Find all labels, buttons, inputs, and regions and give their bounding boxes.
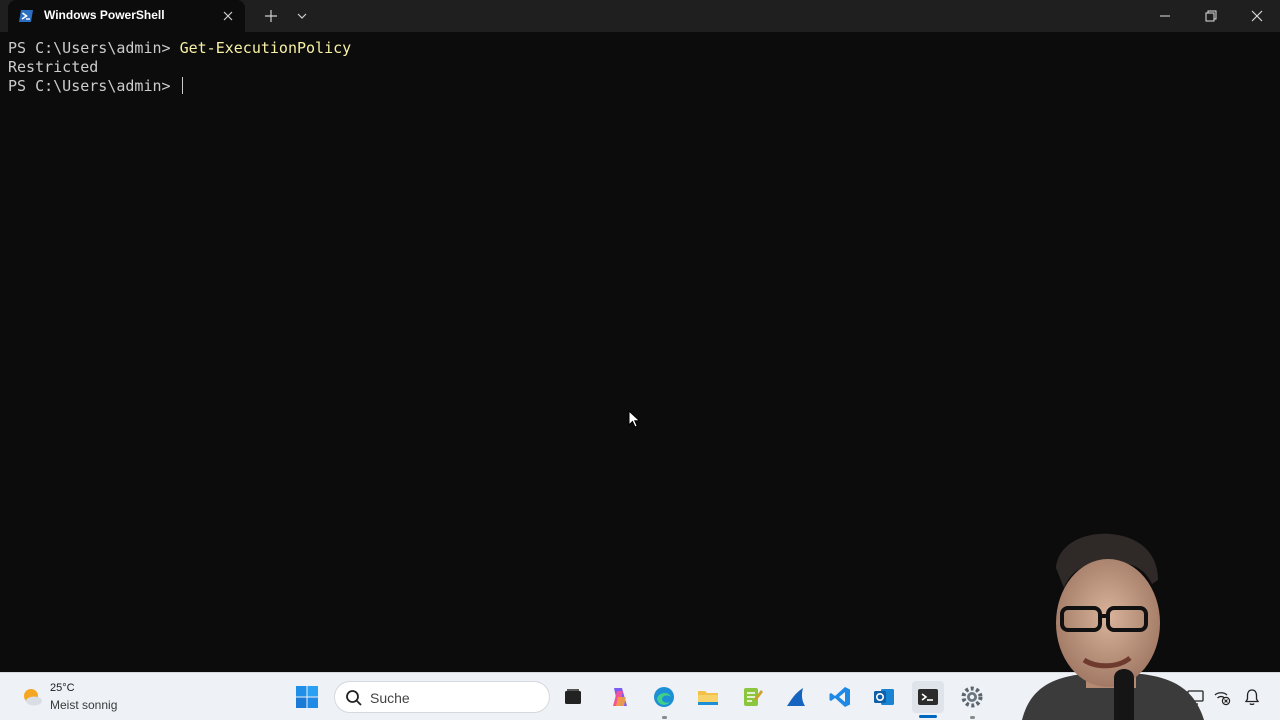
tab-dropdown-button[interactable] [291, 5, 313, 27]
minimize-icon [1160, 15, 1170, 17]
taskbar-search[interactable]: Suche [334, 681, 550, 713]
wireshark-icon[interactable] [780, 681, 812, 713]
outlook-icon[interactable] [868, 681, 900, 713]
search-icon [346, 690, 362, 706]
title-bar: Windows PowerShell [0, 0, 1280, 32]
active-app-indicator [919, 715, 937, 718]
file-explorer-icon[interactable] [692, 681, 724, 713]
edge-icon[interactable] [648, 681, 680, 713]
close-icon [1251, 10, 1263, 22]
running-indicator [662, 716, 667, 719]
search-placeholder: Suche [370, 690, 410, 706]
running-indicator [970, 716, 975, 719]
terminal-output: Restricted [8, 58, 99, 76]
restore-button[interactable] [1188, 0, 1234, 32]
tab-windows-powershell[interactable]: Windows PowerShell [8, 0, 245, 32]
plus-icon [265, 10, 277, 22]
weather-temperature[interactable]: 25°C [50, 682, 75, 694]
network-disconnected-icon[interactable] [1212, 687, 1232, 707]
restore-icon [1205, 10, 1217, 22]
close-tab-button[interactable] [218, 6, 238, 26]
terminal-line-1: PS C:\Users\admin> Get-ExecutionPolicy [8, 39, 351, 58]
sun-cloud-icon[interactable] [20, 685, 44, 709]
weather-description[interactable]: Meist sonnig [50, 698, 117, 712]
notification-bell-icon[interactable] [1242, 687, 1262, 707]
notepad-plus-plus-icon[interactable] [736, 681, 768, 713]
new-tab-button[interactable] [260, 5, 282, 27]
task-view-icon[interactable] [557, 681, 589, 713]
prompt: PS C:\Users\admin> [8, 77, 180, 95]
powershell-icon [18, 8, 34, 24]
tab-title: Windows PowerShell [44, 8, 165, 22]
minimize-button[interactable] [1142, 0, 1188, 32]
chevron-down-icon [297, 13, 307, 19]
copilot-icon[interactable] [604, 681, 636, 713]
close-window-button[interactable] [1234, 0, 1280, 32]
terminal-line-3: PS C:\Users\admin> [8, 77, 183, 96]
command-text: Get-ExecutionPolicy [179, 39, 352, 57]
vscode-icon[interactable] [824, 681, 856, 713]
text-cursor [181, 77, 183, 94]
settings-icon[interactable] [956, 681, 988, 713]
mouse-pointer-icon [628, 410, 641, 428]
terminal-icon[interactable] [912, 681, 944, 713]
windows-start-icon[interactable] [291, 681, 323, 713]
webcam-overlay [1022, 533, 1204, 720]
prompt: PS C:\Users\admin> [8, 39, 180, 57]
